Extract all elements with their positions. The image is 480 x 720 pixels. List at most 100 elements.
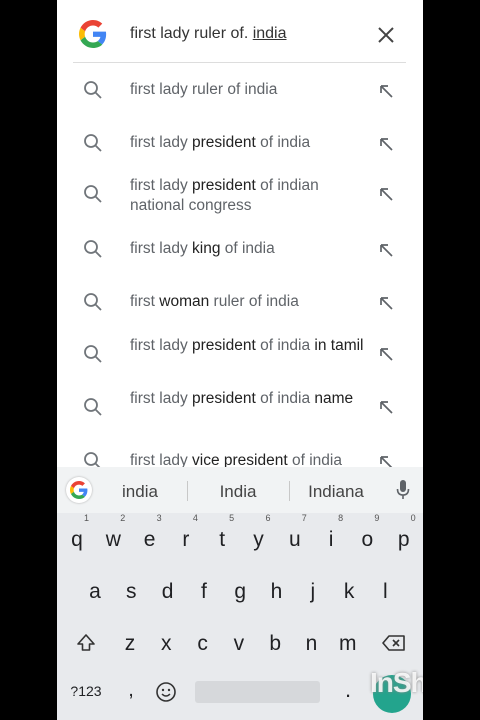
suggestion-highlight: president — [192, 390, 256, 407]
space-key[interactable] — [195, 681, 320, 703]
microphone-icon[interactable] — [395, 479, 411, 501]
fill-query-arrow-icon[interactable] — [378, 346, 394, 362]
key[interactable]: k — [332, 571, 366, 613]
key-number-hint: 7 — [301, 513, 307, 523]
search-icon — [83, 397, 103, 417]
key-label: s — [126, 580, 137, 603]
key-label: t — [219, 528, 226, 551]
candidate-1[interactable]: india — [107, 482, 173, 502]
shift-icon[interactable] — [75, 632, 97, 654]
suggestion-text: first lady ruler of india — [130, 80, 370, 100]
google-logo-icon — [70, 481, 88, 499]
key[interactable]: u7 — [278, 513, 312, 561]
key-label: h — [270, 580, 283, 603]
key[interactable]: c — [186, 623, 220, 665]
key[interactable]: z — [113, 623, 147, 665]
suggestion-fragment: of india — [220, 240, 275, 257]
key[interactable]: h — [260, 571, 294, 613]
key[interactable]: m — [331, 623, 365, 665]
key-label: g — [234, 580, 247, 603]
key-label: i — [328, 528, 334, 551]
candidate-divider — [187, 481, 188, 501]
key[interactable]: n — [295, 623, 329, 665]
search-icon — [83, 239, 103, 259]
key[interactable]: f — [187, 571, 221, 613]
key-label: e — [143, 528, 156, 551]
suggestion-fragment: first lady — [130, 390, 193, 407]
query-text: first lady ruler of. — [130, 25, 253, 42]
suggestion-highlight: woman — [159, 293, 210, 310]
key[interactable]: w2 — [96, 513, 130, 561]
suggestion-text: first woman ruler of india — [130, 292, 370, 312]
key-label: v — [233, 632, 245, 655]
key-label: w — [105, 528, 121, 551]
suggestion-highlight: king — [192, 240, 221, 257]
fill-query-arrow-icon[interactable] — [378, 186, 394, 202]
candidate-2[interactable]: India — [205, 482, 271, 502]
key[interactable]: y6 — [242, 513, 276, 561]
key-label: n — [305, 632, 318, 655]
key[interactable]: q1 — [60, 513, 94, 561]
key-label: d — [161, 580, 174, 603]
query-composing-text: india — [252, 25, 287, 42]
phone-screen: first lady ruler of. india first lady ru… — [57, 0, 423, 720]
search-input[interactable]: first lady ruler of. india — [130, 25, 287, 43]
search-icon — [83, 133, 103, 153]
key[interactable]: p0 — [387, 513, 421, 561]
key[interactable]: x — [149, 623, 183, 665]
key[interactable]: o9 — [350, 513, 384, 561]
key-label: u — [288, 528, 301, 551]
suggestion-fragment: first lady — [130, 134, 193, 151]
key[interactable]: i8 — [314, 513, 348, 561]
key-label: a — [89, 580, 101, 603]
search-bar[interactable]: first lady ruler of. india — [57, 12, 423, 58]
key-label: o — [361, 528, 374, 551]
period-key[interactable]: . — [341, 677, 355, 703]
key[interactable]: d — [151, 571, 185, 613]
key[interactable]: s — [114, 571, 148, 613]
key[interactable]: t5 — [205, 513, 239, 561]
candidate-divider — [289, 481, 290, 501]
suggestion-fragment: first lady ruler of india — [130, 81, 278, 98]
key-number-hint: 1 — [83, 513, 89, 523]
search-icon — [83, 344, 103, 364]
keyboard-suggestion-bar: india India Indiana — [57, 467, 423, 513]
key[interactable]: a — [78, 571, 112, 613]
symbols-key[interactable]: ?123 — [65, 683, 107, 699]
key-number-hint: 9 — [374, 513, 380, 523]
comma-key[interactable]: , — [121, 679, 141, 702]
suggestion-text: first lady president of india name — [130, 389, 370, 409]
backspace-icon[interactable] — [382, 634, 406, 652]
suggestion-fragment: first — [130, 293, 160, 310]
emoji-icon[interactable] — [155, 681, 177, 703]
key-label: y — [253, 528, 264, 551]
inshot-watermark: InShOt — [370, 667, 423, 698]
google-keyboard-button[interactable] — [66, 477, 92, 503]
fill-query-arrow-icon[interactable] — [378, 136, 394, 152]
key[interactable]: v — [222, 623, 256, 665]
suggestion-fragment: of india — [255, 134, 311, 151]
key[interactable]: l — [368, 571, 402, 613]
search-icon — [83, 292, 103, 312]
close-icon[interactable] — [375, 24, 397, 46]
key-number-hint: 8 — [338, 513, 344, 523]
fill-query-arrow-icon[interactable] — [378, 83, 394, 99]
candidate-3[interactable]: Indiana — [297, 482, 375, 502]
key[interactable]: e3 — [133, 513, 167, 561]
key-label: q — [71, 528, 83, 551]
key-label: k — [343, 580, 355, 603]
key[interactable]: j — [296, 571, 330, 613]
suggestion-fragment: first lady — [130, 337, 193, 354]
suggestion-fragment: ruler of india — [209, 293, 299, 310]
search-divider — [73, 62, 406, 63]
fill-query-arrow-icon[interactable] — [378, 399, 394, 415]
fill-query-arrow-icon[interactable] — [378, 242, 394, 258]
key[interactable]: r4 — [169, 513, 203, 561]
key-label: c — [197, 632, 208, 655]
key[interactable]: b — [258, 623, 292, 665]
key[interactable]: g — [223, 571, 257, 613]
search-icon — [83, 80, 103, 100]
fill-query-arrow-icon[interactable] — [378, 295, 394, 311]
key-number-hint: 3 — [156, 513, 162, 523]
key-label: z — [124, 632, 136, 655]
